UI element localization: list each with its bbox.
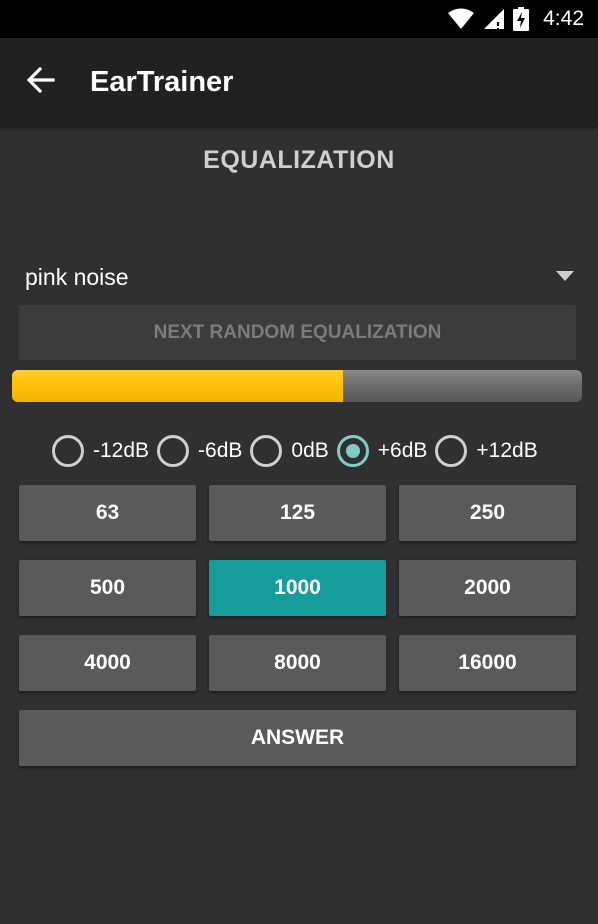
app-toolbar: EarTrainer (0, 38, 598, 126)
status-time: 4:42 (543, 7, 584, 30)
gain-radio-option[interactable]: 0dB (250, 435, 329, 467)
toolbar-title: EarTrainer (90, 65, 234, 98)
frequency-button-4000[interactable]: 4000 (19, 635, 196, 691)
progress-fill (12, 370, 343, 402)
spinner-value: pink noise (25, 263, 129, 290)
radio-circle[interactable] (157, 435, 190, 467)
frequency-button-250[interactable]: 250 (399, 485, 576, 541)
dropdown-triangle-icon (556, 268, 574, 286)
radio-label: +6dB (377, 439, 428, 462)
gain-radio-option[interactable]: +12dB (435, 435, 538, 467)
frequency-button-1000[interactable]: 1000 (209, 560, 386, 616)
wifi-icon (447, 8, 475, 30)
gain-radio-group: -12dB -6dB 0dB +6dB +12dB (52, 433, 546, 469)
next-random-equalization-button[interactable]: NEXT RANDOM EQUALIZATION (19, 305, 576, 360)
arrow-back-icon (26, 66, 55, 98)
radio-label: -6dB (198, 439, 243, 462)
frequency-button-2000[interactable]: 2000 (399, 560, 576, 616)
frequency-button-63[interactable]: 63 (19, 485, 196, 541)
radio-circle[interactable] (52, 435, 84, 467)
frequency-button-125[interactable]: 125 (209, 485, 386, 541)
radio-label: 0dB (291, 439, 329, 462)
frequency-button-8000[interactable]: 8000 (209, 635, 386, 691)
radio-dot (345, 444, 360, 458)
status-bar: 4:42 (0, 0, 598, 38)
frequency-button-grid: 63 125 250 500 1000 2000 4000 8000 16000 (19, 485, 576, 691)
frequency-button-500[interactable]: 500 (19, 560, 196, 616)
gain-radio-option[interactable]: -6dB (157, 435, 242, 467)
radio-circle[interactable] (336, 435, 369, 467)
radio-label: -12dB (93, 439, 150, 462)
battery-charging-icon (513, 7, 530, 31)
page-title: EQUALIZATION (203, 146, 395, 174)
progress-bar (12, 370, 582, 402)
answer-button[interactable]: ANSWER (19, 710, 576, 766)
radio-circle[interactable] (250, 435, 283, 467)
radio-label: +12dB (476, 439, 538, 462)
gain-radio-option[interactable]: -12dB (52, 435, 149, 467)
back-button[interactable] (0, 38, 82, 126)
gain-radio-option[interactable]: +6dB (336, 435, 428, 467)
radio-circle[interactable] (435, 435, 468, 467)
sound-source-spinner[interactable]: pink noise (18, 254, 580, 300)
cell-signal-icon (483, 8, 505, 30)
frequency-button-16000[interactable]: 16000 (399, 635, 576, 691)
